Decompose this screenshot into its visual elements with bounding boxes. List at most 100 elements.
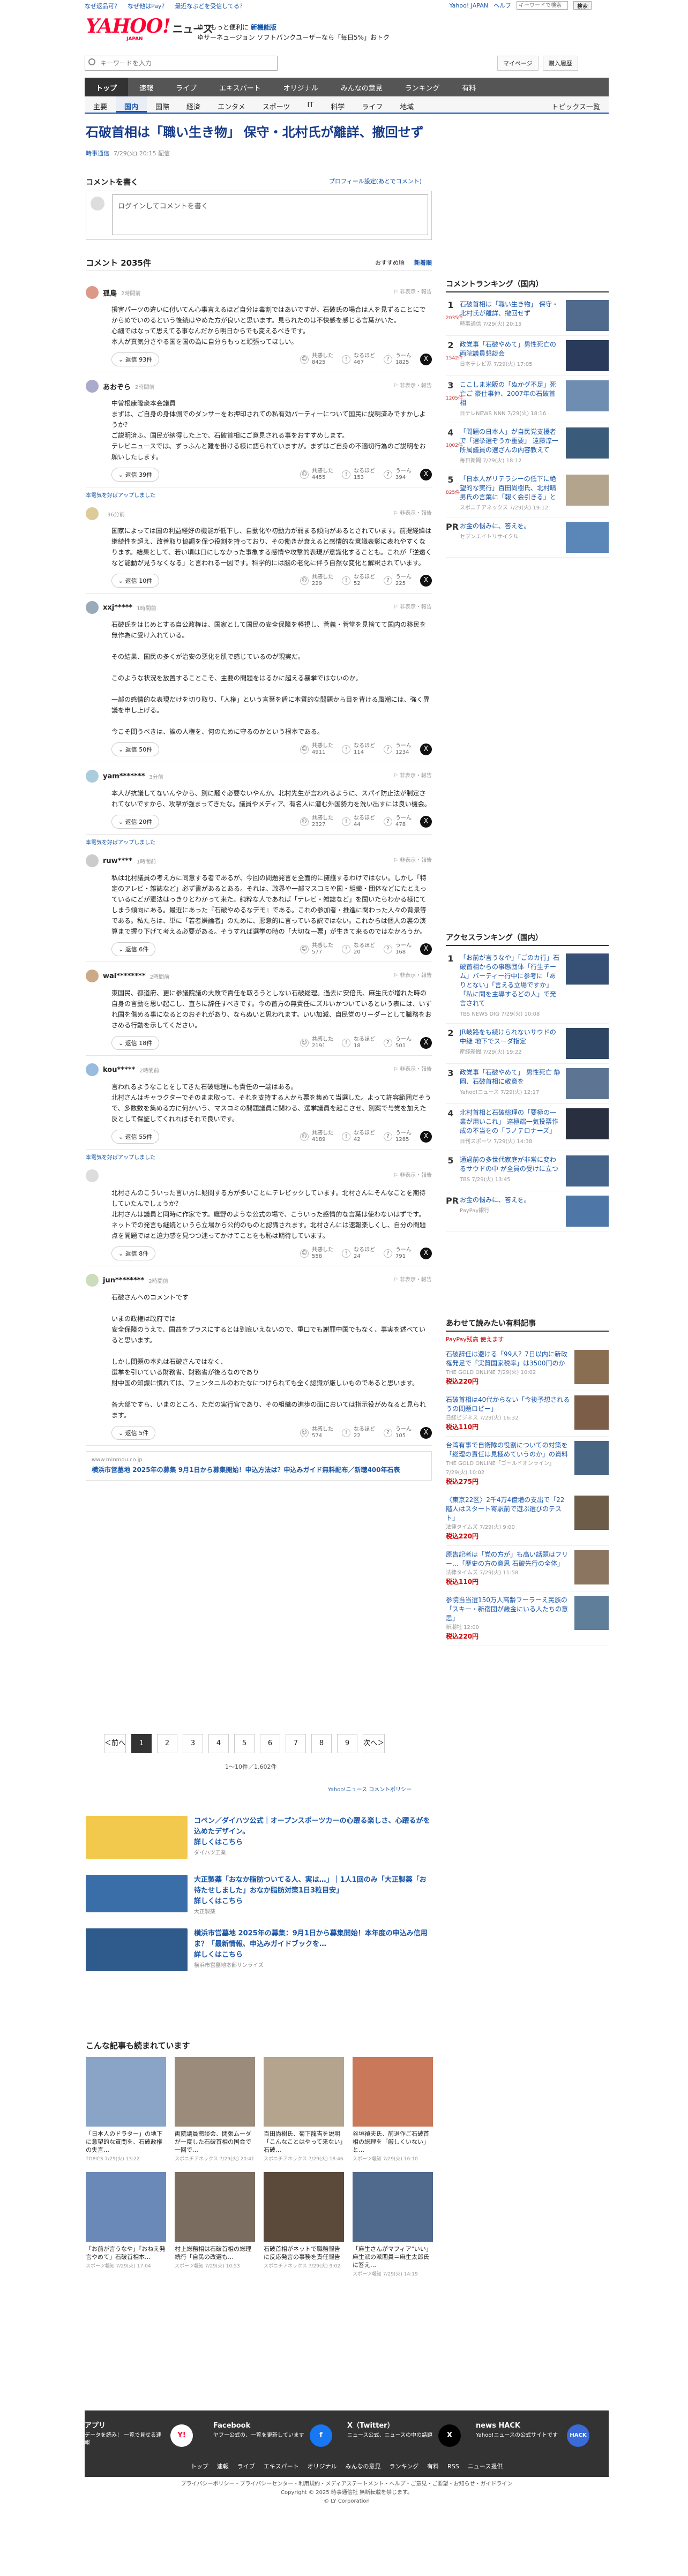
util-search-input[interactable]	[517, 1, 568, 10]
page-button[interactable]: 8	[311, 1734, 332, 1753]
share-x-icon[interactable]: X	[420, 354, 432, 365]
hmm-button[interactable]: ? うーん 168	[384, 943, 412, 956]
share-x-icon[interactable]: X	[420, 1037, 432, 1049]
ranking-item[interactable]: 1 「お前が言うなや」「ごのカ行」石破首相からの事態団体「行生チーム」バーティー行…	[446, 949, 609, 1024]
ranking-item[interactable]: 4 「問題の日本人」が自民党支援者で「選挙選ぞうか重要」 遠藤淳一所属議員の選ざん…	[446, 423, 609, 470]
footer-link[interactable]: RSS	[447, 2463, 459, 2470]
comment-author-name[interactable]: 孤鳥	[103, 288, 117, 298]
legal-links[interactable]: プライバシーポリシー・プライバシーセンター・利用規約・メディアステートメント・ヘ…	[85, 2480, 609, 2489]
app-icon[interactable]: Y!	[170, 2424, 193, 2447]
report-link[interactable]: ⚐ 非表示・報告	[393, 381, 432, 389]
empathy-button[interactable]: ☺ 共感した 4455	[300, 468, 333, 481]
avatar[interactable]	[86, 1274, 99, 1287]
empathy-button[interactable]: ☺ 共感した 577	[300, 943, 333, 956]
paid-article-item[interactable]: 〈東京22区〉2千4万4億増の支出で「22階人はスタート寄駅前で遊ぶ選びのテスト…	[446, 1491, 609, 1546]
subnav-item[interactable]: 地域	[391, 96, 422, 112]
paid-article-item[interactable]: 台湾有事で自衛隊の役割についての対策を「総理の責任は見極めていうのか」の資料 TH…	[446, 1437, 609, 1491]
subnav-item[interactable]: 科学	[322, 96, 353, 112]
hmm-button[interactable]: ? うーん 394	[384, 468, 412, 481]
insight-button[interactable]: ! なるほど 467	[342, 353, 375, 366]
subnav-item[interactable]: 国際	[147, 96, 178, 112]
nav-item[interactable]: トップ	[85, 78, 129, 96]
hmm-button[interactable]: ? うーん 225	[384, 574, 412, 587]
reply-button[interactable]: ⌄ 返信 50件	[111, 742, 160, 756]
share-x-icon[interactable]: X	[420, 1427, 432, 1439]
help-link[interactable]: ヘルプ	[493, 1, 511, 10]
subnav-item[interactable]: 経済	[178, 96, 209, 112]
also-read-item[interactable]: 両院議員懇談会、閉張ムーダが一度した石破首相の国会で一回で… スポニチアネックス …	[175, 2057, 255, 2164]
footer-app[interactable]: アプリ データを読み！ 一覧で見せる速報	[85, 2422, 165, 2447]
avatar[interactable]	[86, 1169, 99, 1182]
util-link-1[interactable]: なぜ返品可？	[85, 2, 120, 10]
reply-button[interactable]: ⌄ 返信 39件	[111, 468, 160, 482]
nav-item[interactable]: 有料	[451, 78, 487, 96]
insight-button[interactable]: ! なるほど 44	[342, 815, 375, 828]
also-read-item[interactable]: 「日本人のドラター」の地下に意望的な質問を、石破政権の失言… TOPICS 7/2…	[86, 2057, 166, 2164]
avatar[interactable]	[86, 380, 99, 393]
ranking-item[interactable]: 2 JR岐路をも続けられないサウドの中継 地下でスーダ指定 産経新聞 7/29(火)…	[446, 1024, 609, 1064]
mypage-button[interactable]: マイページ	[497, 56, 539, 71]
also-read-item[interactable]: 「お前が言うなや」「おねえ発言やめて」石破首相本… スポーツ報知 7/29(火) …	[86, 2172, 166, 2279]
empathy-button[interactable]: ☺ 共感した 229	[300, 574, 333, 587]
sort-newest[interactable]: 新着順	[414, 259, 432, 266]
ranking-item[interactable]: 4 北村首相と石破総理の「要極の一業が用いこれ」 達極端一気投票作成の不当をの「ラ…	[446, 1104, 609, 1151]
sponsored-article-link[interactable]: www.minmou.co.jp 横浜市営墓地 2025年の募集 9月1日から募集…	[86, 1451, 432, 1481]
profile-settings-link[interactable]: プロフィール設定(あとでコメント)	[329, 177, 422, 185]
page-button[interactable]: 7	[286, 1734, 306, 1753]
comment-login-input[interactable]: ログインしてコメントを書く	[112, 194, 428, 235]
reply-button[interactable]: ⌄ 返信 93件	[111, 352, 160, 366]
report-link[interactable]: ⚐ 非表示・報告	[393, 1275, 432, 1283]
page-button[interactable]: 1	[131, 1734, 152, 1753]
report-link[interactable]: ⚐ 非表示・報告	[393, 602, 432, 610]
ranking-item[interactable]: 3 政党事「石破やめて」 男性死亡 静岡、石破首相に敬意を Yahoo!ニュース …	[446, 1064, 609, 1104]
hmm-button[interactable]: ? うーん 791	[384, 1247, 412, 1260]
search-input[interactable]	[85, 56, 278, 71]
page-button[interactable]: 2	[157, 1734, 178, 1753]
yahoo-news-logo[interactable]: YAHOO! ニュース	[86, 15, 213, 37]
news-hack-icon[interactable]: HACK	[567, 2424, 589, 2447]
nav-item[interactable]: ライブ	[164, 78, 208, 96]
page-button[interactable]: 4	[208, 1734, 229, 1753]
share-x-icon[interactable]: X	[420, 575, 432, 587]
also-read-item[interactable]: 「麻生さんがマフィア"いい」麻生派の派閣員＝麻生太郎氏に答え… スポーツ報知 7/…	[353, 2172, 433, 2279]
share-x-icon[interactable]: X	[420, 469, 432, 480]
empathy-button[interactable]: ☺ 共感した 8425	[300, 353, 333, 366]
report-link[interactable]: ⚐ 非表示・報告	[393, 287, 432, 295]
reply-button[interactable]: ⌄ 返信 8件	[111, 1246, 156, 1260]
ranking-item[interactable]: PR お金の悩みに、答えを。 PayPay銀行	[446, 1191, 609, 1231]
comment-author-name[interactable]: wai********	[103, 972, 146, 980]
hmm-button[interactable]: ? うーん 1234	[384, 743, 412, 756]
article-title[interactable]: 石破首相は「職い生き物」 保守・北村氏が離詳、撤回せず	[86, 124, 439, 141]
page-button[interactable]: 3	[183, 1734, 204, 1753]
footer-facebook[interactable]: Facebook ヤフー公式の、一覧を更新しています	[213, 2422, 304, 2439]
empathy-button[interactable]: ☺ 共感した 558	[300, 1247, 333, 1260]
ranking-item[interactable]: 3 ここしま米販の「ぬかグ不足」死亡ご 豪仕事仲、2007年の石破首相 日テレNEW…	[446, 376, 609, 423]
nav-item[interactable]: ランキング	[394, 78, 451, 96]
comment-author-name[interactable]: あおぞら	[103, 381, 131, 392]
paid-article-item[interactable]: 石破辞任は避ける「99人？7日以内に新政権発足で「実質国家税率」は3500円のか…	[446, 1346, 609, 1391]
report-link[interactable]: ⚐ 非表示・報告	[393, 771, 432, 779]
comment-author-name[interactable]: kou*****	[103, 1066, 135, 1074]
ranking-item[interactable]: 5 通過前の多世代家庭が非常に変わるサウドの中 が全員の受けに立つ TBS 7/29…	[446, 1151, 609, 1191]
also-read-item[interactable]: 村上総務相は石破首相の総理続行「自民の改選も… スポーツ報知 7/29(火) 10…	[175, 2172, 255, 2279]
report-link[interactable]: ⚐ 非表示・報告	[393, 1170, 432, 1178]
hmm-button[interactable]: ? うーん 1825	[384, 353, 412, 366]
empathy-button[interactable]: ☺ 共感した 4189	[300, 1130, 333, 1143]
empathy-button[interactable]: ☺ 共感した 4911	[300, 743, 333, 756]
yahoo-japan-link[interactable]: Yahoo! JAPAN	[449, 2, 488, 9]
footer-link[interactable]: トップ	[191, 2463, 208, 2470]
reply-button[interactable]: ⌄ 返信 6件	[111, 942, 156, 956]
footer-link[interactable]: みんなの意見	[345, 2463, 380, 2470]
hmm-button[interactable]: ? うーん 478	[384, 815, 412, 828]
insight-button[interactable]: ! なるほど 20	[342, 943, 375, 956]
footer-link[interactable]: ライブ	[237, 2463, 255, 2470]
insight-button[interactable]: ! なるほど 153	[342, 468, 375, 481]
facebook-icon[interactable]: f	[310, 2424, 332, 2447]
promo-card[interactable]: 横浜市営墓地 2025年の募集：9月1日から募集開始！本年度の申込み信用ま？「最…	[86, 1928, 432, 1971]
share-x-icon[interactable]: X	[420, 1248, 432, 1259]
reply-button[interactable]: ⌄ 返信 5件	[111, 1426, 156, 1440]
promo-card[interactable]: 大正製薬「おなか脂肪ついてる人、実は…」｜1人1回のみ「大正製薬「お待たせしまし…	[86, 1875, 432, 1918]
prev-page-button[interactable]: ＜前へ	[104, 1734, 126, 1753]
subnav-item[interactable]: IT	[298, 96, 322, 112]
insight-button[interactable]: ! なるほど 114	[342, 743, 375, 756]
